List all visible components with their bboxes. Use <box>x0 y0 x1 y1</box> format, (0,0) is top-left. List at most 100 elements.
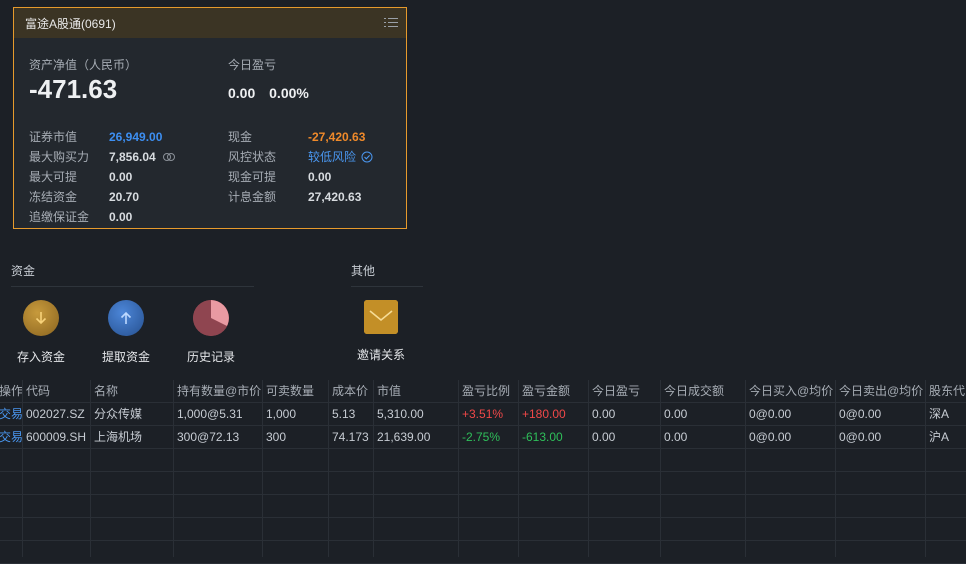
empty-row <box>0 449 966 472</box>
net-assets-label: 资产净值（人民币） <box>29 58 138 72</box>
table-header-row: 操作 代码 名称 持有数量@市价 可卖数量 成本价 市值 盈亏比例 盈亏金额 今… <box>0 380 966 403</box>
trade-link[interactable]: 交易 <box>0 426 22 448</box>
history-label: 历史记录 <box>186 350 235 364</box>
frozen-funds-row: 冻结资金 20.70 <box>29 188 139 205</box>
cell-holding: 1,000@5.31 <box>177 407 243 421</box>
cell-shareholder: 沪A <box>929 430 950 444</box>
col-header-pnl-amount[interactable]: 盈亏金额 <box>518 380 588 402</box>
deposit-arrow-down-icon <box>23 300 59 336</box>
risk-status-row[interactable]: 风控状态 较低风险 <box>228 148 373 165</box>
today-pnl-amount: 0.00 <box>228 85 256 101</box>
cell-pnl-ratio: +3.51% <box>462 407 504 421</box>
link-icon[interactable] <box>162 152 176 162</box>
column-divider <box>328 380 329 557</box>
list-menu-icon[interactable] <box>384 16 398 30</box>
cell-pnl-amount: -613.00 <box>522 430 563 444</box>
interest-amount-value: 27,420.63 <box>308 190 362 204</box>
col-header-shareholder[interactable]: 股东代 <box>925 380 966 402</box>
col-header-sellable[interactable]: 可卖数量 <box>262 380 328 402</box>
frozen-funds-value: 20.70 <box>109 190 140 204</box>
column-divider <box>518 380 519 557</box>
deposit-button[interactable]: 存入资金 <box>6 300 76 365</box>
column-divider <box>458 380 459 557</box>
column-divider <box>745 380 746 557</box>
cell-cost: 74.173 <box>332 430 369 444</box>
risk-status-label: 风控状态 <box>228 150 277 164</box>
cell-sellable: 1,000 <box>266 407 297 421</box>
col-header-market-value[interactable]: 市值 <box>373 380 458 402</box>
margin-call-value: 0.00 <box>109 210 133 224</box>
cell-today-pnl: 0.00 <box>592 430 616 444</box>
trade-link[interactable]: 交易 <box>0 403 22 425</box>
history-pie-icon <box>193 300 229 336</box>
today-pnl-value: 0.00 0.00% <box>228 85 309 101</box>
table-row[interactable]: 交易 002027.SZ 分众传媒 1,000@5.31 1,000 5.13 … <box>0 403 966 426</box>
today-pnl-percent: 0.00% <box>269 85 309 101</box>
column-divider <box>660 380 661 557</box>
cash-withdrawable-value: 0.00 <box>308 170 332 184</box>
col-header-today-pnl[interactable]: 今日盈亏 <box>588 380 660 402</box>
funds-section-title: 资金 <box>11 264 36 278</box>
max-buying-power-label: 最大购买力 <box>29 150 90 164</box>
max-buying-power-value: 7,856.04 <box>109 150 156 164</box>
col-header-action[interactable]: 操作 <box>0 380 22 402</box>
net-assets-value: -471.63 <box>29 74 118 104</box>
column-divider <box>262 380 263 557</box>
col-header-pnl-ratio[interactable]: 盈亏比例 <box>458 380 518 402</box>
funds-divider <box>11 286 254 287</box>
account-card-header: 富途A股通(0691) <box>14 8 406 38</box>
withdraw-button[interactable]: 提取资金 <box>91 300 161 365</box>
account-card: 富途A股通(0691) 资产净值（人民币） -471.63 今日盈亏 0.00 … <box>13 7 407 229</box>
col-header-name[interactable]: 名称 <box>90 380 173 402</box>
max-buying-power-row: 最大购买力 7,856.04 <box>29 148 176 165</box>
cell-holding: 300@72.13 <box>177 430 240 444</box>
withdraw-label: 提取资金 <box>101 350 150 364</box>
interest-amount-label: 计息金额 <box>228 190 277 204</box>
column-divider <box>22 380 23 557</box>
risk-status-value[interactable]: 较低风险 <box>308 150 356 164</box>
cell-today-buy: 0@0.00 <box>749 430 792 444</box>
max-withdrawable-label: 最大可提 <box>29 170 78 184</box>
withdraw-arrow-up-icon <box>108 300 144 336</box>
securities-value-row: 证券市值 26,949.00 <box>29 128 162 145</box>
empty-row <box>0 518 966 541</box>
cell-code: 600009.SH <box>26 430 87 444</box>
col-header-today-turnover[interactable]: 今日成交额 <box>660 380 745 402</box>
cell-market-value: 5,310.00 <box>377 407 424 421</box>
cell-today-sell: 0@0.00 <box>839 407 882 421</box>
history-button[interactable]: 历史记录 <box>176 300 246 365</box>
other-divider <box>351 286 423 287</box>
max-withdrawable-value: 0.00 <box>109 170 133 184</box>
cell-today-buy: 0@0.00 <box>749 407 792 421</box>
cell-today-turnover: 0.00 <box>664 430 688 444</box>
cell-today-pnl: 0.00 <box>592 407 616 421</box>
envelope-icon <box>364 300 398 334</box>
col-header-holding[interactable]: 持有数量@市价 <box>173 380 262 402</box>
interest-amount-row: 计息金额 27,420.63 <box>228 188 361 205</box>
column-divider <box>173 380 174 557</box>
account-title: 富途A股通(0691) <box>25 16 116 31</box>
empty-row <box>0 495 966 518</box>
cell-name: 上海机场 <box>94 430 143 444</box>
column-divider <box>373 380 374 557</box>
cell-shareholder: 深A <box>929 407 950 421</box>
cell-today-turnover: 0.00 <box>664 407 688 421</box>
other-section-title: 其他 <box>351 264 376 278</box>
cell-market-value: 21,639.00 <box>377 430 431 444</box>
invite-label: 邀请关系 <box>356 348 405 362</box>
securities-value: 26,949.00 <box>109 130 163 144</box>
column-divider <box>588 380 589 557</box>
margin-call-row: 追缴保证金 0.00 <box>29 208 132 225</box>
cash-value: -27,420.63 <box>308 130 366 144</box>
table-row[interactable]: 交易 600009.SH 上海机场 300@72.13 300 74.173 2… <box>0 426 966 449</box>
col-header-today-sell[interactable]: 今日卖出@均价 <box>835 380 925 402</box>
col-header-today-buy[interactable]: 今日买入@均价 <box>745 380 835 402</box>
frozen-funds-label: 冻结资金 <box>29 190 78 204</box>
invite-button[interactable]: 邀请关系 <box>346 300 416 363</box>
empty-row <box>0 541 966 564</box>
max-withdrawable-row: 最大可提 0.00 <box>29 168 132 185</box>
col-header-code[interactable]: 代码 <box>22 380 90 402</box>
col-header-cost[interactable]: 成本价 <box>328 380 373 402</box>
check-circle-icon <box>361 151 373 163</box>
today-pnl-label: 今日盈亏 <box>228 58 277 72</box>
